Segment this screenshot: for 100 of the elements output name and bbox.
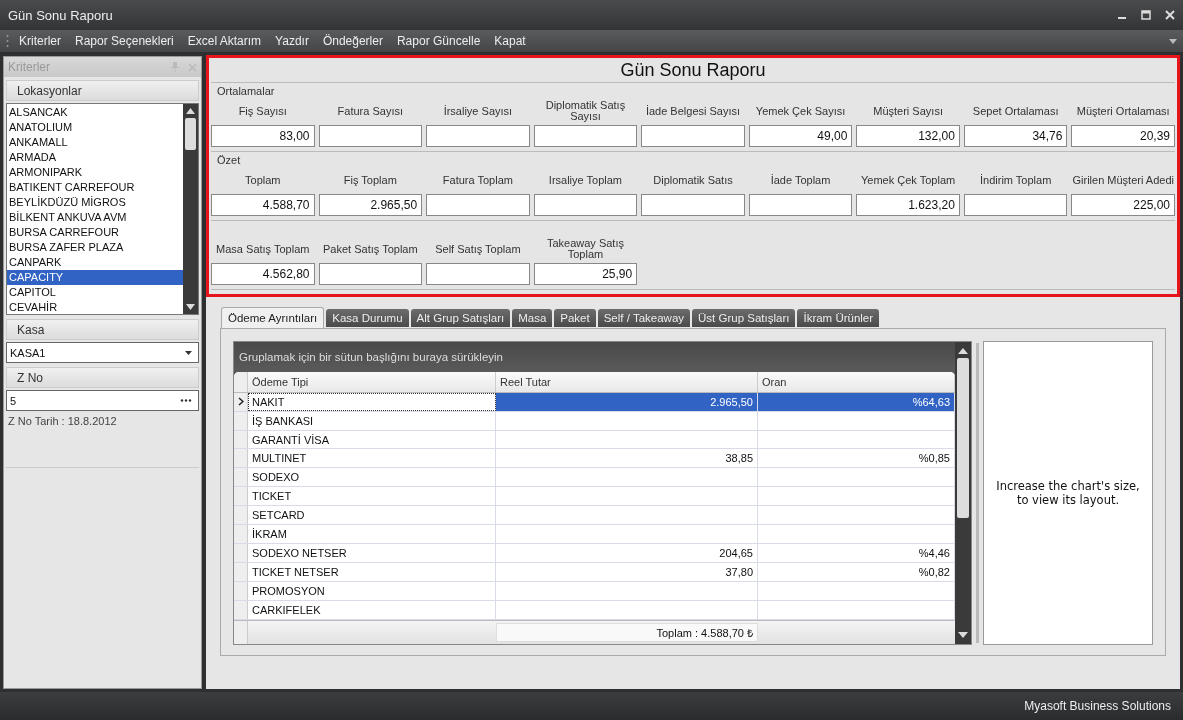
scroll-down-icon[interactable] xyxy=(186,304,195,310)
menu-item[interactable]: Kriterler xyxy=(19,34,61,48)
tab[interactable]: Kasa Durumu xyxy=(326,309,409,327)
section-legend: Ortalamalar xyxy=(217,85,275,97)
location-item[interactable]: BURSA CARREFOUR xyxy=(7,225,183,240)
value-field[interactable]: 49,00 xyxy=(748,125,853,147)
scroll-thumb[interactable] xyxy=(957,358,969,518)
table-cell: %64,63 xyxy=(912,395,950,408)
table-cell: PROMOSYON xyxy=(252,584,325,597)
menu-item[interactable]: Rapor Güncelle xyxy=(396,34,481,48)
location-item[interactable]: CANPARK xyxy=(7,255,183,270)
ellipsis-icon[interactable] xyxy=(180,399,192,402)
menu-item[interactable]: Yazdır xyxy=(275,34,309,48)
row-header xyxy=(234,620,248,644)
table-cell: 37,80 xyxy=(725,565,753,578)
tab[interactable]: Paket xyxy=(554,309,596,327)
location-item[interactable]: ANATOLIUM xyxy=(7,120,183,135)
location-item[interactable]: BATIKENT CARREFOUR xyxy=(7,180,183,195)
menu-item[interactable]: Excel Aktarım xyxy=(187,34,262,48)
field-label: Girilen Müşteri Adedi xyxy=(1071,172,1175,188)
field-label: Fatura Toplam xyxy=(441,172,514,188)
field-label: Fatura Sayısı xyxy=(336,103,405,119)
group-header: Z No xyxy=(6,367,199,388)
value-field[interactable]: 34,76 xyxy=(963,125,1068,147)
tab[interactable]: Ödeme Ayrıntıları xyxy=(221,307,325,328)
value-field[interactable]: 225,00 xyxy=(1071,194,1175,216)
value-field[interactable] xyxy=(641,125,745,147)
value-field[interactable]: 25,90 xyxy=(533,263,638,285)
location-item[interactable]: BURSA ZAFER PLAZA xyxy=(7,240,183,255)
z-no-field[interactable]: 5 xyxy=(6,390,199,411)
maximize-icon[interactable] xyxy=(1141,10,1151,20)
location-item[interactable]: ARMONIPARK xyxy=(7,165,183,180)
location-item[interactable]: BİLKENT ANKUVA AVM xyxy=(7,210,183,225)
value-field[interactable] xyxy=(641,194,745,216)
value-field[interactable] xyxy=(963,194,1068,216)
group-panel-hint: Gruplamak için bir sütun başlığını buraya sürükleyin xyxy=(234,342,955,372)
value-field[interactable] xyxy=(426,125,530,147)
value-field[interactable] xyxy=(426,194,530,216)
value-field[interactable]: 2.965,50 xyxy=(318,194,423,216)
location-item[interactable]: CAPITOL xyxy=(7,285,183,300)
scroll-down-icon[interactable] xyxy=(958,632,968,638)
tab[interactable]: İkram Ürünler xyxy=(797,309,880,327)
field-label: Self Satış Toplam xyxy=(434,241,522,257)
column-header[interactable]: Reel Tutar xyxy=(496,372,758,392)
field-label: Diplomatik Satıs xyxy=(652,172,734,188)
field-label: Fiş Sayısı xyxy=(237,103,288,119)
tab[interactable]: Üst Grup Satışları xyxy=(692,309,796,327)
grip-icon[interactable] xyxy=(6,33,9,49)
value-field[interactable] xyxy=(533,194,638,216)
dropdown-icon[interactable] xyxy=(185,350,192,355)
value-field[interactable]: 4.562,80 xyxy=(211,263,315,285)
location-item[interactable]: CEVAHİR xyxy=(7,300,183,315)
close-icon[interactable] xyxy=(1165,10,1175,20)
location-item[interactable]: ANKAMALL xyxy=(7,135,183,150)
menu-item[interactable]: Rapor Seçenekleri xyxy=(75,34,174,48)
value-field[interactable]: 20,39 xyxy=(1071,125,1175,147)
report-title: Gün Sonu Raporu xyxy=(211,58,1175,83)
location-item[interactable]: ARMADA xyxy=(7,150,183,165)
value-field[interactable] xyxy=(533,125,638,147)
field-label: İade Belgesi Sayısı xyxy=(644,103,742,119)
table-cell: MULTINET xyxy=(252,452,307,465)
value-field[interactable] xyxy=(318,263,423,285)
scroll-up-icon[interactable] xyxy=(958,348,968,354)
row-header xyxy=(234,372,248,392)
tab[interactable]: Alt Grup Satışları xyxy=(410,309,511,327)
field-label: Diplomatik Satış Sayısı xyxy=(544,98,627,124)
row-indicator-icon xyxy=(237,397,244,407)
location-item[interactable]: CAPACITY xyxy=(7,270,183,285)
location-item[interactable]: ALSANCAK xyxy=(7,105,183,120)
field-label: Fiş Toplam xyxy=(342,172,398,188)
value-field[interactable]: 1.623,20 xyxy=(856,194,960,216)
tab[interactable]: Masa xyxy=(512,309,553,327)
menu-item[interactable]: Kapat xyxy=(494,34,526,48)
column-header[interactable]: Ödeme Tipi xyxy=(248,372,496,392)
value-field[interactable]: 83,00 xyxy=(211,125,315,147)
value-field[interactable]: 4.588,70 xyxy=(211,194,315,216)
group-header: Kasa xyxy=(6,319,199,340)
tab[interactable]: Self / Takeaway xyxy=(597,309,691,327)
table-cell: TICKET NETSER xyxy=(252,565,339,578)
table-cell: 38,85 xyxy=(725,452,753,465)
scroll-up-icon[interactable] xyxy=(186,108,195,114)
field-label: İndirim Toplam xyxy=(979,172,1053,188)
value-field[interactable] xyxy=(748,194,853,216)
section-legend: Özet xyxy=(217,154,241,166)
table-cell: İKRAM xyxy=(252,528,287,541)
field-label: Yemek Çek Toplam xyxy=(860,172,957,188)
field-label: Yemek Çek Sayısı xyxy=(754,103,847,119)
value-field[interactable] xyxy=(426,263,530,285)
value-field[interactable]: 132,00 xyxy=(856,125,960,147)
cash-register-combo[interactable]: KASA1 xyxy=(6,342,199,363)
value-field[interactable] xyxy=(318,125,423,147)
table-cell: %0,85 xyxy=(918,452,950,465)
group-header: Lokasyonlar xyxy=(6,80,199,101)
scrollbar[interactable] xyxy=(955,342,971,644)
menu-item[interactable]: Öndeğerler xyxy=(322,34,383,48)
table-cell: %0,82 xyxy=(918,565,950,578)
scroll-thumb[interactable] xyxy=(185,118,196,150)
field-label: Müşteri Sayısı xyxy=(872,103,944,119)
location-item[interactable]: BEYLİKDÜZÜ MİGROS xyxy=(7,195,183,210)
scrollbar[interactable] xyxy=(183,104,198,314)
